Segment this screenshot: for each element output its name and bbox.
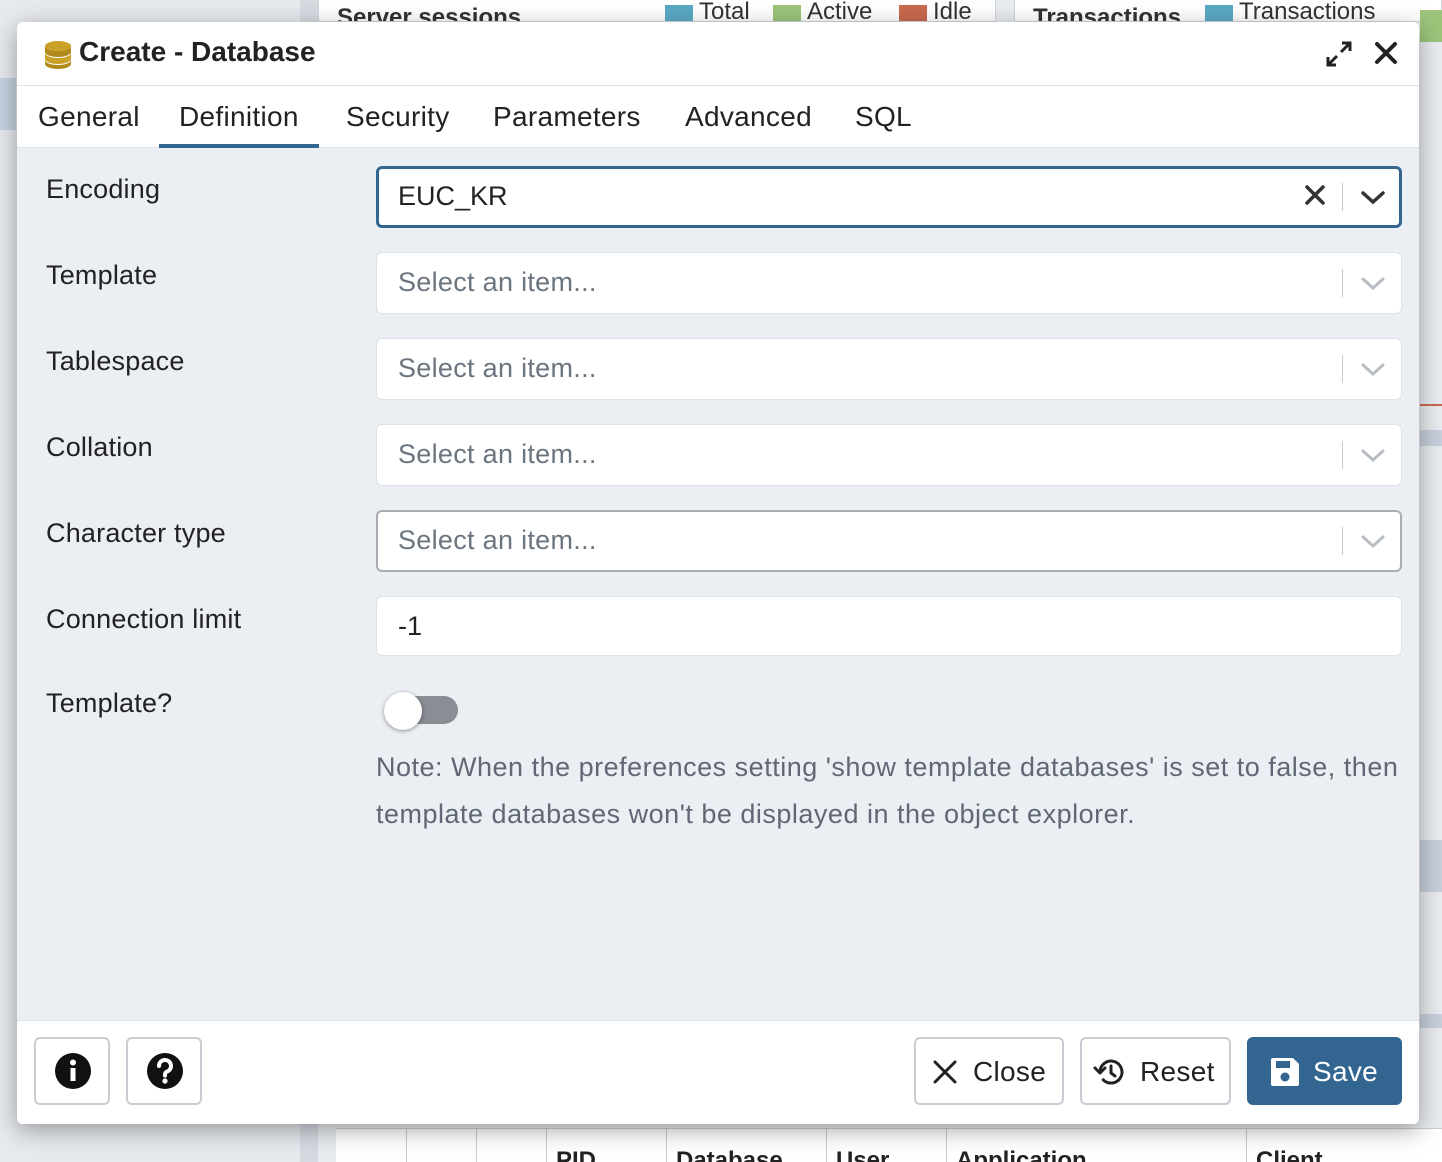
help-button[interactable]	[126, 1037, 202, 1105]
save-button-label: Save	[1313, 1056, 1379, 1087]
select-separator	[1342, 183, 1343, 211]
background-panel-transactions: Transactions Transactions	[1014, 0, 1442, 22]
connection-limit-label: Connection limit	[46, 604, 242, 634]
template-note: Note: When the preferences setting 'show…	[376, 752, 1399, 829]
encoding-value: EUC_KR	[398, 181, 508, 211]
info-icon	[55, 1053, 91, 1089]
dialog-tabs: General Definition Security Parameters A…	[17, 86, 1419, 148]
is-template-toggle[interactable]	[384, 692, 460, 730]
template-label: Template	[46, 260, 158, 290]
table-header: Client	[1256, 1147, 1323, 1162]
tab-definition[interactable]: Definition	[159, 86, 319, 148]
chevron-down-icon[interactable]	[1359, 185, 1387, 209]
chevron-down-icon[interactable]	[1359, 443, 1387, 467]
legend-idle: Idle	[899, 0, 972, 21]
close-button-label: Close	[973, 1056, 1047, 1087]
create-database-dialog: Create - Database General Definition Sec…	[17, 22, 1419, 1124]
background-panel-sessions: Server sessions Total Active Idle	[318, 0, 996, 22]
encoding-label: Encoding	[46, 174, 161, 204]
close-icon	[933, 1060, 957, 1084]
collation-select[interactable]: Select an item...	[376, 424, 1402, 486]
close-button[interactable]: Close	[914, 1037, 1064, 1105]
background-panel-title: Transactions	[1033, 4, 1182, 22]
encoding-select[interactable]: EUC_KR	[376, 166, 1402, 228]
tab-advanced[interactable]: Advanced	[665, 86, 832, 148]
maximize-icon[interactable]	[1325, 40, 1353, 68]
save-button[interactable]: Save	[1247, 1037, 1402, 1105]
tab-general[interactable]: General	[18, 86, 160, 148]
collation-label: Collation	[46, 432, 153, 462]
table-header: PID	[556, 1147, 597, 1162]
tab-sql[interactable]: SQL	[835, 86, 932, 148]
select-separator	[1342, 441, 1343, 469]
reset-button-label: Reset	[1140, 1056, 1215, 1087]
info-button[interactable]	[34, 1037, 110, 1105]
background-activity-table: PID Database User Application Client	[336, 1128, 1442, 1162]
connection-limit-value: -1	[398, 611, 423, 641]
collation-placeholder: Select an item...	[398, 439, 597, 469]
table-header: Application	[956, 1147, 1087, 1162]
dialog-footer: Close Reset Save	[17, 1020, 1419, 1124]
help-icon	[147, 1053, 183, 1089]
tab-parameters[interactable]: Parameters	[473, 86, 661, 148]
legend-total: Total	[665, 0, 750, 21]
tablespace-label: Tablespace	[46, 346, 185, 376]
toggle-knob	[384, 692, 422, 730]
tab-security[interactable]: Security	[326, 86, 470, 148]
legend-transactions: Transactions	[1205, 0, 1376, 21]
chevron-down-icon[interactable]	[1359, 271, 1387, 295]
clear-icon[interactable]	[1303, 183, 1327, 207]
save-icon	[1271, 1058, 1299, 1086]
template-placeholder: Select an item...	[398, 267, 597, 297]
character-type-placeholder: Select an item...	[398, 525, 597, 555]
dialog-title: Create - Database	[79, 36, 316, 67]
connection-limit-input[interactable]: -1	[376, 596, 1402, 656]
template-select[interactable]: Select an item...	[376, 252, 1402, 314]
background-panel-title: Server sessions	[337, 4, 522, 22]
table-header: Database	[676, 1147, 783, 1162]
close-icon[interactable]	[1373, 40, 1399, 66]
legend-active: Active	[773, 0, 872, 21]
background-selected-row	[0, 78, 16, 130]
chevron-down-icon[interactable]	[1359, 357, 1387, 381]
is-template-label: Template?	[46, 688, 173, 718]
select-separator	[1342, 269, 1343, 297]
chevron-down-icon[interactable]	[1359, 529, 1387, 553]
reset-icon	[1093, 1059, 1124, 1085]
reset-button[interactable]: Reset	[1080, 1037, 1231, 1105]
table-header: User	[836, 1147, 890, 1162]
character-type-label: Character type	[46, 518, 226, 548]
dialog-titlebar[interactable]: Create - Database	[17, 22, 1419, 86]
database-icon	[45, 41, 71, 69]
character-type-select[interactable]: Select an item...	[376, 510, 1402, 572]
tablespace-select[interactable]: Select an item...	[376, 338, 1402, 400]
select-separator	[1342, 355, 1343, 383]
tablespace-placeholder: Select an item...	[398, 353, 597, 383]
select-separator	[1342, 527, 1343, 555]
